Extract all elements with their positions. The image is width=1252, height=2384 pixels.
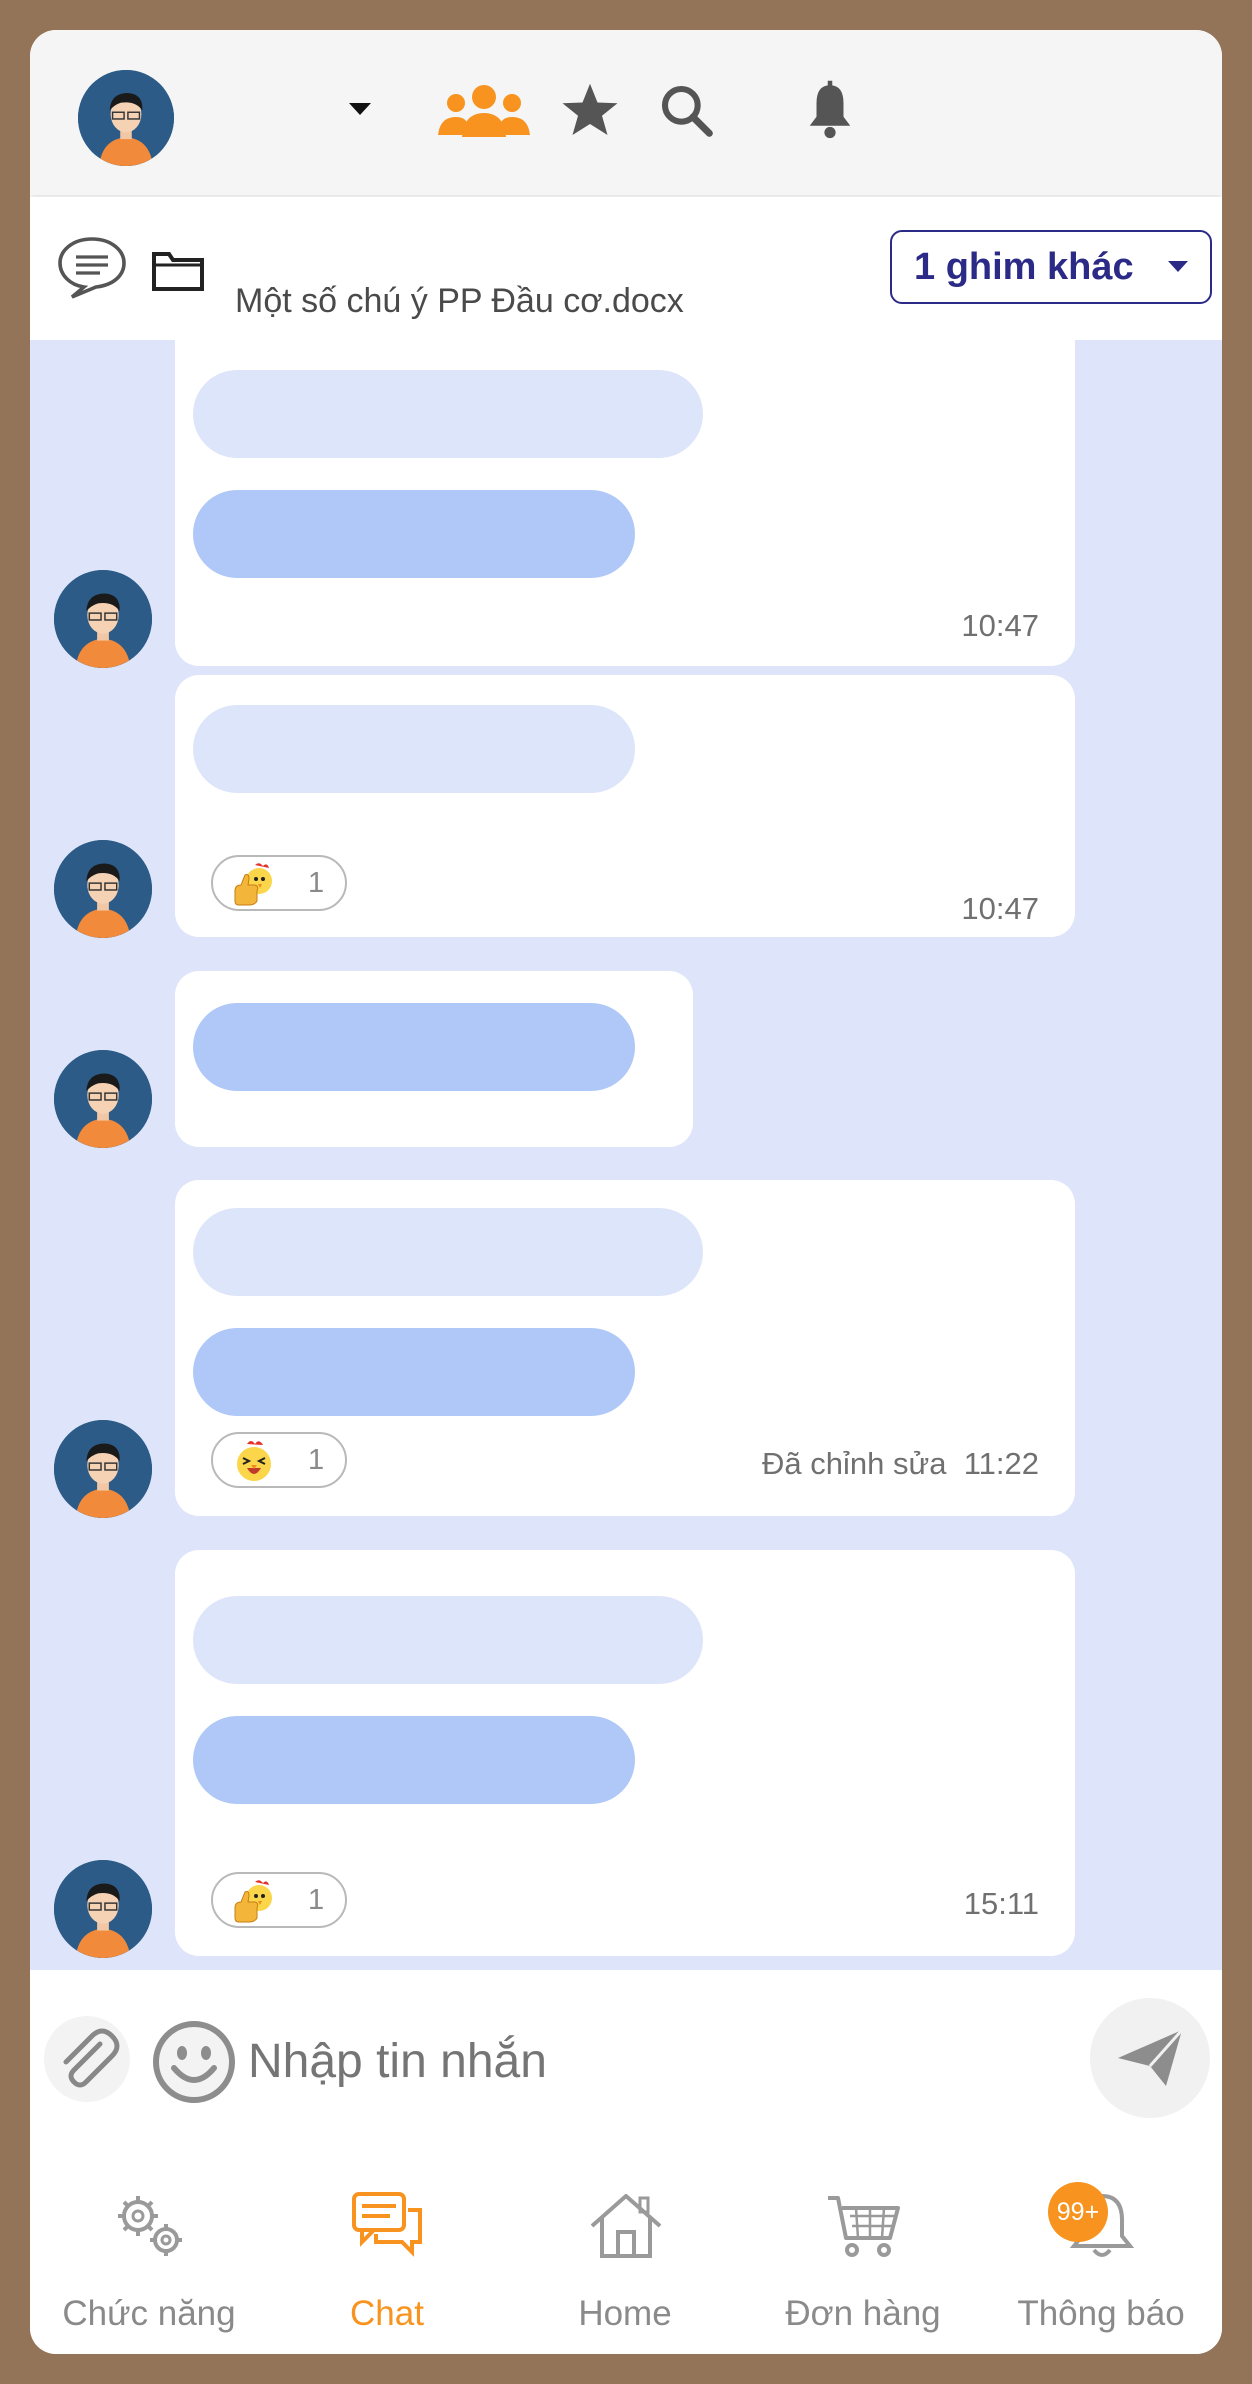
message-text-placeholder	[193, 370, 703, 458]
sender-avatar[interactable]	[54, 1420, 152, 1518]
paperclip-icon	[63, 2028, 120, 2088]
dropdown-caret-icon[interactable]	[340, 90, 380, 130]
reaction-count: 1	[308, 867, 325, 899]
other-pins-dropdown[interactable]: 1 ghim khác	[890, 230, 1212, 304]
emoji-button[interactable]	[152, 2020, 236, 2104]
message-time: 10:47	[961, 608, 1039, 643]
chat-icon	[352, 2192, 422, 2257]
nav-item-orders[interactable]: Đơn hàng	[744, 2140, 982, 2333]
reaction-chip[interactable]: 1	[211, 1872, 347, 1928]
message-bubble[interactable]: 1 10:47	[175, 675, 1075, 937]
message-bubble[interactable]	[175, 971, 693, 1147]
nav-label: Đơn hàng	[785, 2294, 941, 2333]
reaction-count: 1	[308, 1884, 325, 1916]
sender-avatar[interactable]	[54, 1860, 152, 1958]
message-time-edited: Đã chỉnh sửa 11:22	[762, 1446, 1039, 1482]
chat-bubble-icon[interactable]	[52, 230, 132, 306]
thumbs-up-chicken-icon	[234, 863, 272, 906]
edited-label: Đã chỉnh sửa	[762, 1446, 947, 1481]
laughing-chicken-icon	[237, 1441, 271, 1481]
attach-button[interactable]	[44, 2016, 130, 2102]
reaction-chip[interactable]: 1	[211, 1432, 347, 1488]
notification-badge: 99+	[1048, 2182, 1108, 2242]
reaction-chip[interactable]: 1	[211, 855, 347, 911]
message-time: 15:11	[963, 1886, 1039, 1921]
sender-avatar[interactable]	[54, 570, 152, 668]
message-bubble[interactable]: 1 Đã chỉnh sửa 11:22	[175, 1180, 1075, 1516]
nav-label: Chat	[350, 2294, 424, 2333]
sender-avatar[interactable]	[54, 840, 152, 938]
message-text-placeholder	[193, 705, 635, 793]
message-text-placeholder	[193, 1208, 703, 1296]
folder-icon[interactable]	[148, 242, 208, 298]
message-time: 11:22	[963, 1446, 1039, 1481]
message-text-placeholder	[193, 1596, 703, 1684]
user-avatar[interactable]	[78, 70, 174, 166]
home-icon	[590, 2194, 662, 2258]
other-pins-label: 1 ghim khác	[914, 245, 1134, 288]
send-button[interactable]	[1090, 1998, 1210, 2118]
pinned-file-name[interactable]: Một số chú ý PP Đầu cơ.docx	[235, 282, 684, 321]
caret-down-icon	[1168, 261, 1188, 272]
message-bubble[interactable]: 10:47	[175, 330, 1075, 666]
message-input[interactable]	[248, 2034, 1068, 2089]
cart-icon	[828, 2196, 900, 2257]
message-text-placeholder	[193, 1716, 635, 1804]
group-icon[interactable]	[434, 70, 534, 150]
message-bubble[interactable]: 1 15:11	[175, 1550, 1075, 1956]
thumbs-up-chicken-icon	[234, 1880, 272, 1923]
nav-item-functions[interactable]: Chức năng	[30, 2140, 268, 2333]
send-icon	[1118, 2029, 1184, 2086]
reaction-count: 1	[308, 1444, 325, 1476]
star-icon[interactable]	[550, 70, 630, 150]
nav-item-notifications[interactable]: Thông báo	[982, 2140, 1220, 2333]
message-text-placeholder	[193, 1328, 635, 1416]
bell-icon[interactable]	[790, 70, 870, 150]
search-icon[interactable]	[646, 70, 726, 150]
sender-avatar[interactable]	[54, 1050, 152, 1148]
gears-icon	[118, 2196, 182, 2256]
smiley-icon	[153, 2021, 235, 2103]
nav-item-home[interactable]: Home	[506, 2140, 744, 2333]
nav-label: Chức năng	[62, 2294, 236, 2333]
nav-label: Thông báo	[1017, 2294, 1185, 2333]
message-time: 10:47	[961, 891, 1039, 926]
nav-item-chat[interactable]: Chat	[268, 2140, 506, 2333]
nav-label: Home	[578, 2294, 672, 2333]
app-frame: Một số chú ý PP Đầu cơ.docx 1 ghim khác …	[30, 30, 1222, 2354]
message-text-placeholder	[193, 490, 635, 578]
message-text-placeholder	[193, 1003, 635, 1091]
